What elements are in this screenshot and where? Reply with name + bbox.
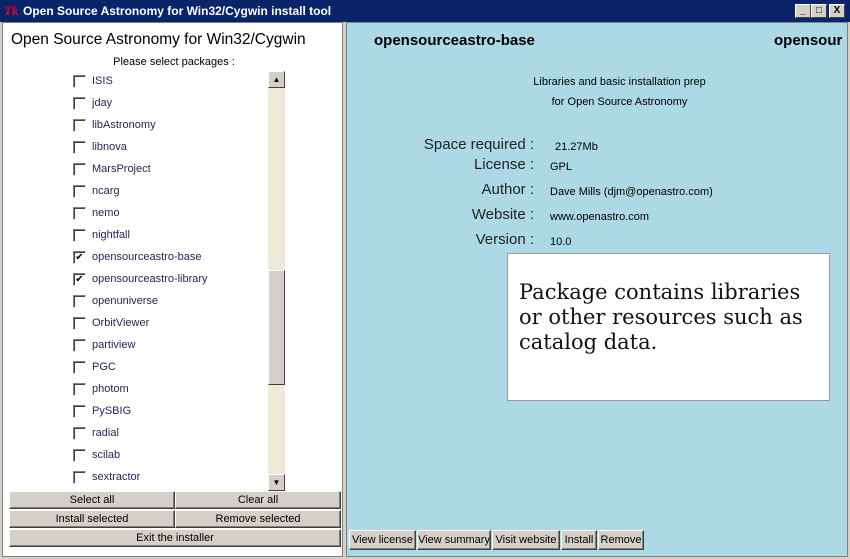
package-label: scilab	[92, 449, 121, 461]
checkbox-icon[interactable]	[73, 229, 86, 242]
package-item[interactable]: partiview	[71, 335, 267, 357]
remove-selected-button[interactable]: Remove selected	[175, 510, 341, 528]
version-value: 10.0	[550, 236, 572, 248]
package-item[interactable]: libAstronomy	[71, 115, 267, 137]
package-label: nemo	[92, 207, 120, 219]
checkbox-icon[interactable]	[73, 185, 86, 198]
package-label: photom	[92, 383, 129, 395]
checkbox-icon[interactable]	[73, 339, 86, 352]
package-label: OrbitViewer	[92, 317, 150, 329]
checkbox-icon[interactable]	[73, 163, 86, 176]
checkbox-icon[interactable]	[73, 207, 86, 220]
install-button[interactable]: Install	[561, 530, 597, 550]
package-label: openuniverse	[92, 295, 159, 307]
package-name-heading-overflow: opensour	[774, 32, 843, 49]
visit-website-button[interactable]: Visit website	[492, 530, 560, 550]
author-value: Dave Mills (djm@openastro.com)	[550, 186, 713, 198]
package-item[interactable]: photom	[71, 379, 267, 401]
scroll-up-arrow-icon[interactable]: ▲	[268, 71, 285, 88]
checkbox-icon[interactable]	[73, 141, 86, 154]
package-label: opensourceastro-base	[92, 251, 202, 263]
package-label: ncarg	[92, 185, 120, 197]
checkbox-icon[interactable]	[73, 119, 86, 132]
install-selected-button[interactable]: Install selected	[9, 510, 175, 528]
space-required-value: 21.27Mb	[555, 141, 598, 153]
checkbox-icon[interactable]	[73, 75, 86, 88]
package-label: sextractor	[92, 471, 141, 483]
scrollbar-thumb[interactable]	[268, 270, 285, 385]
checkbox-icon[interactable]	[73, 97, 86, 110]
checkbox-icon[interactable]	[73, 427, 86, 440]
title-bar: Tk Open Source Astronomy for Win32/Cygwi…	[0, 0, 850, 22]
package-item[interactable]: ncarg	[71, 181, 267, 203]
package-item[interactable]: PySBIG	[71, 401, 267, 423]
checkbox-icon[interactable]	[73, 471, 86, 484]
package-label: MarsProject	[92, 163, 151, 175]
package-item[interactable]: radial	[71, 423, 267, 445]
package-item[interactable]: libnova	[71, 137, 267, 159]
package-item[interactable]: openuniverse	[71, 291, 267, 313]
package-description-line-2: for Open Source Astronomy	[551, 96, 688, 108]
package-item[interactable]: ✔ opensourceastro-base	[71, 247, 267, 269]
package-description-line-1: Libraries and basic installation prep	[533, 76, 706, 88]
checkbox-checked-icon[interactable]: ✔	[73, 273, 86, 286]
checkbox-icon[interactable]	[73, 405, 86, 418]
package-item[interactable]: scilab	[71, 445, 267, 467]
tk-app-icon: Tk	[4, 3, 19, 18]
maximize-button[interactable]: □	[811, 4, 827, 18]
package-name-heading: opensourceastro-base	[374, 32, 535, 49]
package-selection-panel: Open Source Astronomy for Win32/Cygwin P…	[2, 22, 343, 557]
package-label: libnova	[92, 141, 127, 153]
package-label: partiview	[92, 339, 136, 351]
website-label: Website :	[471, 206, 534, 223]
exit-installer-button[interactable]: Exit the installer	[9, 529, 341, 547]
package-item[interactable]: jday	[71, 93, 267, 115]
checkbox-icon[interactable]	[73, 295, 86, 308]
close-button[interactable]: X	[829, 4, 845, 18]
package-item[interactable]: ISIS	[71, 71, 267, 93]
author-label: Author :	[481, 181, 534, 198]
view-summary-button[interactable]: View summary	[417, 530, 491, 550]
checkbox-checked-icon[interactable]: ✔	[73, 251, 86, 264]
remove-button[interactable]: Remove	[598, 530, 644, 550]
checkbox-icon[interactable]	[73, 383, 86, 396]
package-note-box: Package contains libraries or other reso…	[507, 253, 830, 401]
minimize-button[interactable]: _	[795, 4, 811, 18]
package-item[interactable]: sextractor	[71, 467, 267, 489]
window-title: Open Source Astronomy for Win32/Cygwin i…	[23, 4, 332, 18]
package-details-panel: opensourceastro-base opensour Libraries …	[346, 22, 848, 557]
package-label: PySBIG	[92, 405, 132, 417]
package-list: ISIS jday libAstronomy libnova MarsProject nc…	[71, 71, 267, 491]
select-all-button[interactable]: Select all	[9, 491, 175, 509]
view-license-button[interactable]: View license	[349, 530, 416, 550]
package-label: opensourceastro-library	[92, 273, 208, 285]
website-value: www.openastro.com	[550, 211, 650, 223]
package-item[interactable]: ✔ opensourceastro-library	[71, 269, 267, 291]
license-label: License :	[473, 156, 534, 173]
clear-all-button[interactable]: Clear all	[175, 491, 341, 509]
package-item[interactable]: nemo	[71, 203, 267, 225]
version-label: Version :	[475, 231, 534, 248]
package-label: jday	[92, 97, 113, 109]
package-item[interactable]: PGC	[71, 357, 267, 379]
package-item[interactable]: OrbitViewer	[71, 313, 267, 335]
package-label: ISIS	[92, 75, 113, 87]
package-item[interactable]: MarsProject	[71, 159, 267, 181]
checkbox-icon[interactable]	[73, 449, 86, 462]
app-title: Open Source Astronomy for Win32/Cygwin	[11, 31, 306, 48]
package-label: PGC	[92, 361, 116, 373]
package-label: libAstronomy	[92, 119, 156, 131]
package-list-scrollbar[interactable]: ▲ ▼	[268, 71, 285, 491]
space-required-label: Space required :	[423, 136, 534, 153]
checkbox-icon[interactable]	[73, 317, 86, 330]
scroll-down-arrow-icon[interactable]: ▼	[268, 474, 285, 491]
package-item[interactable]: nightfall	[71, 225, 267, 247]
license-value: GPL	[550, 161, 573, 173]
package-label: radial	[92, 427, 119, 439]
checkbox-icon[interactable]	[73, 361, 86, 374]
package-list-prompt: Please select packages :	[113, 56, 235, 68]
package-label: nightfall	[92, 229, 130, 241]
